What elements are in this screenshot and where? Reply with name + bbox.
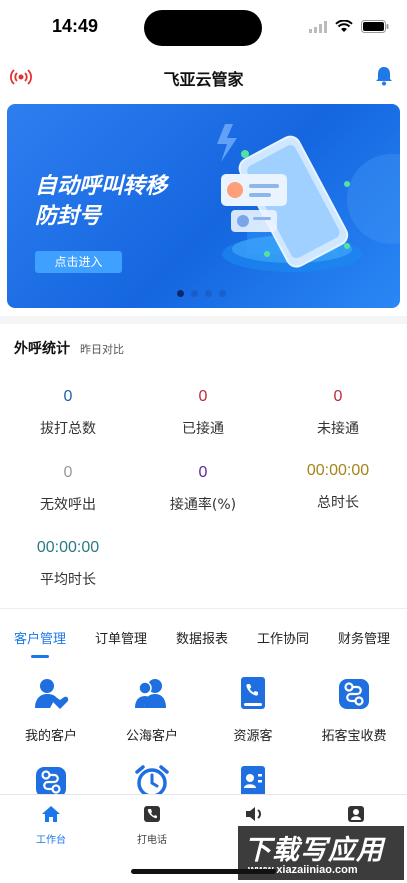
status-time: 14:49: [52, 16, 99, 36]
stats-title: 外呼统计: [14, 341, 70, 357]
stats-header: 外呼统计 昨日对比: [14, 338, 124, 358]
speaker-icon: [246, 807, 261, 821]
wifi-icon: [335, 20, 353, 32]
stat-total-calls: 0 拔打总数: [0, 386, 136, 438]
carousel-dot[interactable]: [177, 290, 184, 297]
stat-value: 0: [63, 464, 73, 481]
stat-label: 未接通: [317, 421, 359, 437]
status-icons: [309, 20, 389, 33]
stat-value: 0: [198, 388, 208, 405]
dynamic-island: [144, 10, 262, 46]
battery-icon: [361, 20, 389, 33]
my-customers-icon: [35, 679, 69, 709]
stat-value: 0: [198, 464, 208, 481]
contact-icon: [348, 806, 364, 822]
active-tab-indicator: [31, 655, 49, 658]
phone-illustration: [217, 124, 400, 272]
grid-my-customers[interactable]: 我的客户: [1, 676, 101, 744]
stat-connect-rate: 0 接通率(%): [135, 462, 271, 514]
tabbar-label: 工作台: [36, 835, 66, 846]
phone-icon: [144, 806, 160, 822]
signal-icon: [309, 20, 327, 33]
tab-customer-management[interactable]: 客户管理: [14, 628, 66, 647]
grid-public-customers[interactable]: 公海客户: [102, 676, 202, 744]
grid-label: 我的客户: [24, 729, 77, 744]
category-tabs: 客户管理 订单管理 数据报表 工作协同 财务管理: [0, 628, 407, 658]
stat-value: 0: [63, 388, 73, 405]
tab-data-reports[interactable]: 数据报表: [176, 628, 228, 647]
stat-connected: 0 已接通: [135, 386, 271, 438]
stat-label: 平均时长: [40, 572, 96, 588]
grid-label: 公海客户: [125, 729, 178, 744]
stat-invalid-calls: 0 无效呼出: [0, 462, 136, 514]
resource-customers-icon: [241, 677, 265, 709]
stat-total-duration: 00:00:00 总时长: [270, 460, 406, 512]
home-icon: [42, 806, 60, 822]
section-divider: [0, 316, 407, 324]
banner-headline-line2: 防封号: [35, 204, 102, 229]
stat-value: 00:00:00: [36, 539, 100, 556]
grid-resource-customers[interactable]: 资源客: [203, 676, 303, 744]
watermark-title: 下载写应用: [244, 835, 384, 866]
bell-icon[interactable]: [375, 66, 393, 90]
stat-value: 0: [333, 388, 343, 405]
stat-average-duration: 00:00:00 平均时长: [0, 537, 136, 589]
stats-subtitle: 昨日对比: [80, 343, 124, 356]
tab-order-management[interactable]: 订单管理: [95, 628, 147, 647]
tabbar-label: 打电话: [137, 835, 167, 846]
enter-button[interactable]: 点击进入: [35, 251, 122, 273]
promo-banner[interactable]: 自动呼叫转移 防封号 点击进入: [7, 104, 400, 308]
tabbar-make-call[interactable]: 打电话: [112, 805, 192, 846]
route-icon: [339, 679, 369, 709]
status-bar: 14:49: [0, 0, 407, 52]
grid-tuokebao-charges[interactable]: 拓客宝收费: [304, 676, 404, 744]
tab-work-collaboration[interactable]: 工作协同: [257, 628, 309, 647]
stat-not-connected: 0 未接通: [270, 386, 406, 438]
stat-value: 00:00:00: [306, 462, 370, 479]
home-indicator[interactable]: [131, 869, 276, 874]
carousel-dot[interactable]: [219, 290, 226, 297]
carousel-dot[interactable]: [205, 290, 212, 297]
stat-label: 无效呼出: [40, 497, 96, 513]
stat-label: 拔打总数: [40, 421, 96, 437]
banner-headline-line1: 自动呼叫转移: [35, 174, 168, 199]
stat-label: 接通率(%): [169, 497, 237, 513]
carousel-dot[interactable]: [191, 290, 198, 297]
nav-bar: 飞亚云管家: [0, 58, 407, 96]
stat-label: 已接通: [182, 421, 224, 437]
page-title: 飞亚云管家: [163, 70, 244, 89]
stat-label: 总时长: [317, 495, 359, 511]
grid-label: 拓客宝收费: [321, 729, 387, 744]
section-separator: [0, 608, 407, 609]
tab-finance-management[interactable]: 财务管理: [338, 628, 390, 647]
carousel-dots[interactable]: [177, 290, 226, 297]
grid-label: 资源客: [233, 729, 273, 744]
public-customers-icon: [135, 679, 166, 708]
banner-headline: 自动呼叫转移 防封号: [35, 172, 205, 232]
tabbar-workbench[interactable]: 工作台: [11, 805, 91, 846]
